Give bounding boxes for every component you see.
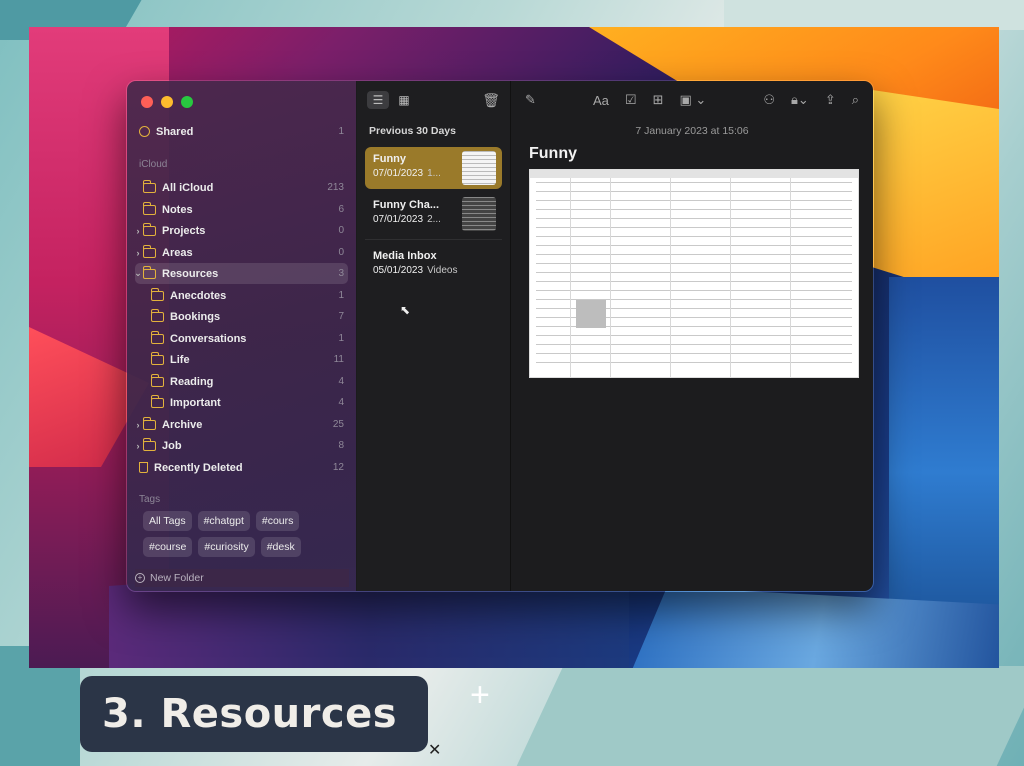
compose-icon[interactable]: ✎ bbox=[525, 92, 536, 108]
folder-icon bbox=[142, 437, 156, 451]
editor-toolbar: ✎ Aa ☑ ⊞ ▣ ⌄ ⚇ 🔒︎⌄ ⇪ ⌕ bbox=[511, 81, 873, 119]
section-header-tags: Tags bbox=[139, 494, 161, 505]
minimize-button[interactable] bbox=[161, 96, 173, 108]
search-icon[interactable]: ⌕ bbox=[852, 92, 859, 108]
sidebar-item-bookings[interactable]: Bookings 7 bbox=[150, 306, 348, 327]
note-date: 07/01/2023 bbox=[373, 168, 424, 179]
chevron-right-icon[interactable]: › bbox=[133, 248, 143, 258]
note-date: 05/01/2023 bbox=[373, 265, 424, 276]
tag-all-tags[interactable]: All Tags bbox=[143, 511, 192, 531]
sidebar-item-anecdotes[interactable]: Anecdotes 1 bbox=[150, 285, 348, 306]
tag-cours[interactable]: #cours bbox=[255, 511, 300, 531]
tag-curiosity[interactable]: #curiosity bbox=[198, 537, 255, 557]
trash-icon bbox=[139, 462, 148, 473]
folder-icon bbox=[150, 308, 164, 322]
folder-icon bbox=[142, 244, 156, 258]
share-icon[interactable]: ⇪ bbox=[825, 92, 836, 108]
media-icon[interactable]: ▣ ⌄ bbox=[679, 92, 706, 108]
note-heading[interactable]: Funny bbox=[511, 137, 873, 163]
sidebar-item-projects[interactable]: › Projects 0 bbox=[135, 220, 348, 241]
note-list: ☰ ▦ 🗑 Previous 30 Days Funny 07/01/2023 1… bbox=[357, 81, 511, 591]
chevron-right-icon[interactable]: › bbox=[133, 226, 143, 236]
notes-window: Shared 1 iCloud All iCloud 213 Notes 6 ›… bbox=[126, 80, 874, 592]
list-toolbar: ☰ ▦ 🗑 bbox=[357, 81, 510, 119]
note-preview: Videos bbox=[427, 265, 458, 276]
note-title: Media Inbox bbox=[373, 250, 437, 262]
sidebar: Shared 1 iCloud All iCloud 213 Notes 6 ›… bbox=[127, 81, 357, 591]
delete-note-icon[interactable]: 🗑 bbox=[482, 92, 500, 109]
cross-decoration-icon: ✕ bbox=[428, 742, 442, 759]
note-thumbnail bbox=[462, 197, 496, 231]
note-item-funny[interactable]: Funny 07/01/2023 1... bbox=[365, 147, 502, 189]
note-editor: ✎ Aa ☑ ⊞ ▣ ⌄ ⚇ 🔒︎⌄ ⇪ ⌕ 7 January 2023 at… bbox=[511, 81, 873, 591]
folder-icon bbox=[150, 330, 164, 344]
zoom-button[interactable] bbox=[181, 96, 193, 108]
chevron-right-icon[interactable]: › bbox=[133, 420, 143, 430]
note-preview: 1... bbox=[427, 168, 441, 179]
sidebar-item-archive[interactable]: › Archive 25 bbox=[135, 414, 348, 435]
folder-icon bbox=[142, 416, 156, 430]
note-item-media-inbox[interactable]: Media Inbox 05/01/2023 Videos bbox=[365, 244, 502, 286]
view-switcher: ☰ ▦ bbox=[367, 91, 415, 109]
sidebar-item-areas[interactable]: › Areas 0 bbox=[135, 242, 348, 263]
sidebar-item-reading[interactable]: Reading 4 bbox=[150, 371, 348, 392]
plus-circle-icon: + bbox=[135, 573, 145, 583]
sidebar-item-important[interactable]: Important 4 bbox=[150, 392, 348, 413]
close-button[interactable] bbox=[141, 96, 153, 108]
video-caption: 3. Resources bbox=[80, 676, 428, 752]
note-date: 07/01/2023 bbox=[373, 214, 424, 225]
folder-icon bbox=[150, 373, 164, 387]
background-shape bbox=[516, 666, 1024, 766]
note-item-funny-chat[interactable]: Funny Cha... 07/01/2023 2... bbox=[365, 193, 502, 235]
sidebar-item-resources[interactable]: ⌄ Resources 3 bbox=[133, 263, 348, 284]
list-section-header: Previous 30 Days bbox=[369, 125, 456, 137]
table-icon[interactable]: ⊞ bbox=[653, 92, 664, 108]
gallery-view-icon[interactable]: ▦ bbox=[393, 91, 415, 109]
lock-icon[interactable]: 🔒︎⌄ bbox=[791, 92, 809, 108]
folder-icon bbox=[150, 394, 164, 408]
background-shape bbox=[724, 0, 1024, 30]
chevron-right-icon[interactable]: › bbox=[133, 441, 143, 451]
format-text-button[interactable]: Aa bbox=[593, 93, 609, 108]
list-view-icon[interactable]: ☰ bbox=[367, 91, 389, 109]
sidebar-item-notes[interactable]: Notes 6 bbox=[135, 199, 348, 220]
sidebar-item-shared[interactable]: Shared 1 bbox=[135, 121, 348, 142]
sidebar-item-all-icloud[interactable]: All iCloud 213 bbox=[135, 177, 348, 198]
embedded-spreadsheet-image[interactable] bbox=[529, 169, 859, 378]
note-preview: 2... bbox=[427, 214, 441, 225]
folder-icon bbox=[150, 351, 164, 365]
mouse-pointer-icon: ⬉ bbox=[400, 303, 411, 317]
new-folder-label: New Folder bbox=[150, 572, 204, 584]
person-icon bbox=[139, 126, 150, 137]
tag-course[interactable]: #course bbox=[143, 537, 193, 557]
section-header-icloud: iCloud bbox=[139, 159, 168, 170]
folder-icon bbox=[150, 287, 164, 301]
folder-icon bbox=[142, 222, 156, 236]
new-folder-button[interactable]: + New Folder bbox=[135, 569, 349, 587]
folder-icon bbox=[142, 179, 156, 193]
folder-icon bbox=[142, 201, 156, 215]
folder-icon bbox=[142, 265, 156, 279]
sidebar-item-job[interactable]: › Job 8 bbox=[135, 435, 348, 456]
checklist-icon[interactable]: ☑ bbox=[625, 92, 637, 108]
note-timestamp: 7 January 2023 at 15:06 bbox=[635, 125, 749, 137]
tag-chatgpt[interactable]: #chatgpt bbox=[197, 511, 250, 531]
window-controls bbox=[141, 96, 193, 108]
tag-browser: All Tags #chatgpt #cours #course #curios… bbox=[143, 511, 343, 557]
note-thumbnail bbox=[462, 151, 496, 185]
chevron-down-icon[interactable]: ⌄ bbox=[133, 268, 143, 279]
sidebar-item-life[interactable]: Life 11 bbox=[150, 349, 348, 370]
sidebar-item-recently-deleted[interactable]: Recently Deleted 12 bbox=[135, 457, 348, 478]
sidebar-item-conversations[interactable]: Conversations 1 bbox=[150, 328, 348, 349]
collaborate-icon[interactable]: ⚇ bbox=[763, 92, 775, 108]
plus-decoration-icon: + bbox=[470, 676, 490, 714]
tag-desk[interactable]: #desk bbox=[260, 537, 301, 557]
